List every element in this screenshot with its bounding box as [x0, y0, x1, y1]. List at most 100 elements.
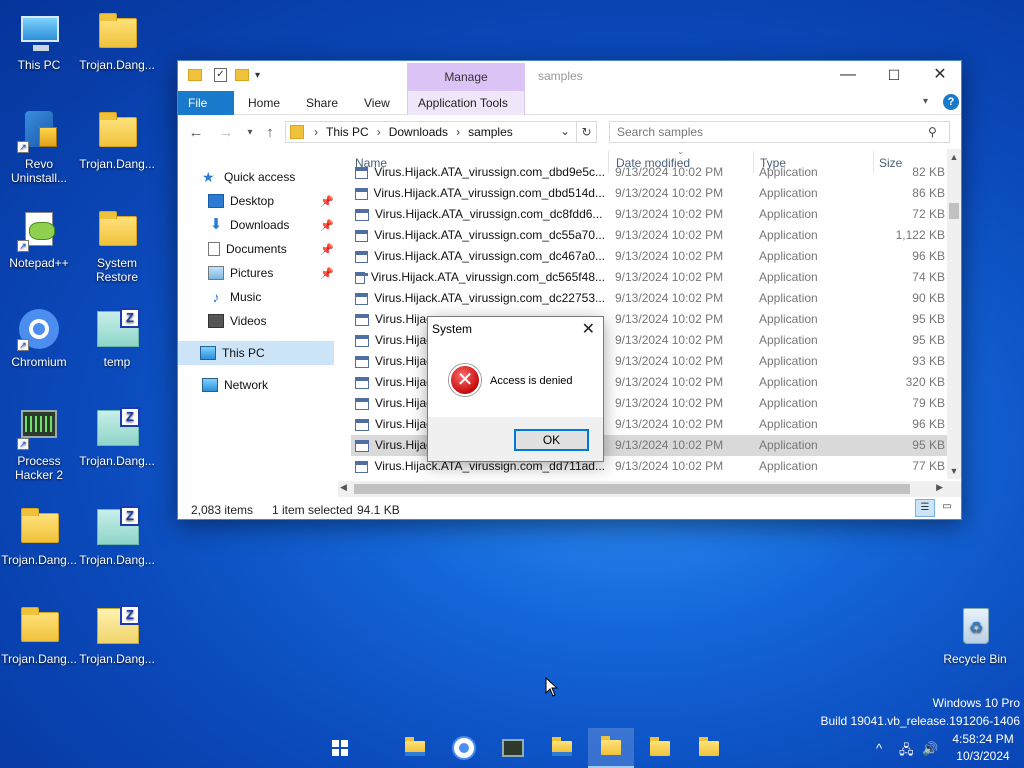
pin-icon[interactable]: 📌: [320, 267, 334, 280]
properties-icon[interactable]: ✓: [214, 68, 227, 82]
taskbar-folder-active[interactable]: [588, 728, 634, 768]
desktop-icon-folder[interactable]: Trojan.Dang...: [0, 598, 78, 690]
application-icon: [355, 355, 369, 368]
desktop-icon-recycle-bin[interactable]: ♻ Recycle Bin: [936, 598, 1014, 690]
nav-documents[interactable]: Documents 📌: [208, 237, 334, 261]
tab-view[interactable]: View: [354, 91, 400, 115]
desktop-icon-zip[interactable]: Z Trojan.Dang...: [78, 598, 156, 690]
nav-desktop[interactable]: Desktop 📌: [208, 189, 334, 213]
taskbar-folder[interactable]: [686, 728, 732, 768]
folder-icon: [552, 736, 572, 756]
file-type: Application: [759, 249, 818, 263]
nav-pictures[interactable]: Pictures 📌: [208, 261, 334, 285]
start-button[interactable]: [317, 728, 363, 768]
dialog-close-button[interactable]: ✕: [582, 319, 595, 339]
nav-this-pc[interactable]: This PC: [178, 341, 334, 365]
pin-icon[interactable]: 📌: [320, 219, 334, 232]
desktop-icon-zip[interactable]: Z Trojan.Dang...: [78, 499, 156, 591]
folder-icon: [93, 10, 141, 56]
scroll-up-icon[interactable]: ▲: [947, 149, 961, 165]
taskbar-process-hacker[interactable]: [490, 728, 536, 768]
pin-icon[interactable]: 📌: [320, 243, 334, 256]
desktop-icon-chromium[interactable]: ↗ Chromium: [0, 301, 78, 393]
tab-application-tools[interactable]: Application Tools: [407, 91, 525, 115]
nav-quick-access[interactable]: ★ Quick access: [202, 165, 334, 189]
desktop-icon-this-pc[interactable]: This PC: [0, 4, 78, 96]
dialog-message: Access is denied: [490, 375, 573, 387]
large-icons-view-icon[interactable]: ▭: [938, 499, 956, 517]
file-size: 93 KB: [912, 354, 945, 368]
horizontal-scrollbar[interactable]: ◀ ▶: [338, 481, 947, 497]
desktop-icon-process-hacker[interactable]: ↗ Process Hacker 2: [0, 400, 78, 492]
title-bar[interactable]: ✓ ▾ Manage samples — ☐ ✕: [178, 61, 961, 91]
file-size: 95 KB: [912, 312, 945, 326]
desktop-icon-notepadpp[interactable]: ↗ Notepad++: [0, 202, 78, 294]
breadcrumb-separator-icon[interactable]: ›: [377, 125, 381, 139]
desktop-icon-system-restore[interactable]: System Restore: [78, 202, 156, 294]
folder-icon: [188, 69, 202, 81]
breadcrumb-separator-icon[interactable]: ›: [456, 125, 460, 139]
up-button[interactable]: ↑: [260, 123, 280, 143]
recent-locations-icon[interactable]: ▾: [240, 123, 260, 143]
desktop-icon-temp[interactable]: Z temp: [78, 301, 156, 393]
address-bar[interactable]: › This PC › Downloads › samples ⌄ ↻: [285, 121, 597, 143]
forward-button[interactable]: →: [216, 123, 236, 143]
help-icon[interactable]: ?: [943, 94, 959, 110]
file-row[interactable]: Virus.Hijack.ATA_virussign.com_dbd9e5c..…: [351, 162, 947, 183]
desktop-icon-folder[interactable]: Trojan.Dang...: [78, 103, 156, 195]
file-row[interactable]: Virus.Hijack.ATA_virussign.com_dc565f48.…: [351, 267, 947, 288]
file-row[interactable]: Virus.Hijack.ATA_virussign.com_dc467a0..…: [351, 246, 947, 267]
pin-icon[interactable]: 📌: [320, 195, 334, 208]
new-folder-icon[interactable]: [235, 69, 249, 81]
breadcrumb-this-pc[interactable]: This PC: [326, 125, 369, 139]
desktop-icon-folder[interactable]: Trojan.Dang...: [78, 4, 156, 96]
taskbar-file-explorer[interactable]: [392, 728, 438, 768]
taskbar-clock[interactable]: 4:58:24 PM 10/3/2024: [948, 731, 1018, 765]
sort-indicator-icon: ⌄: [677, 149, 684, 156]
tab-share[interactable]: Share: [296, 91, 348, 115]
nav-videos[interactable]: Videos: [208, 309, 334, 333]
file-row[interactable]: Virus.Hijack.ATA_virussign.com_dc55a70..…: [351, 225, 947, 246]
refresh-icon[interactable]: ↻: [576, 122, 596, 142]
customize-dropdown-icon[interactable]: ▾: [255, 70, 260, 81]
minimize-button[interactable]: —: [825, 61, 871, 91]
error-dialog[interactable]: System ✕ ✕ Access is denied OK: [427, 316, 604, 462]
scroll-thumb[interactable]: [949, 203, 959, 219]
tab-manage[interactable]: Manage: [407, 63, 525, 91]
breadcrumb-samples[interactable]: samples: [468, 125, 513, 139]
close-button[interactable]: ✕: [917, 61, 963, 91]
breadcrumb-downloads[interactable]: Downloads: [389, 125, 448, 139]
nav-music[interactable]: ♪ Music: [208, 285, 334, 309]
back-button[interactable]: ←: [186, 123, 206, 143]
address-dropdown-icon[interactable]: ⌄: [560, 124, 570, 138]
scroll-down-icon[interactable]: ▼: [947, 463, 961, 479]
file-row[interactable]: Virus.Hijack.ATA_virussign.com_dbd514d..…: [351, 183, 947, 204]
taskbar-chromium[interactable]: [441, 728, 487, 768]
volume-icon[interactable]: 🔊: [922, 741, 938, 757]
desktop-icon-folder[interactable]: Trojan.Dang...: [0, 499, 78, 591]
nav-downloads[interactable]: ⬇ Downloads 📌: [208, 213, 334, 237]
details-view-icon[interactable]: ☰: [915, 499, 935, 517]
scroll-left-icon[interactable]: ◀: [340, 482, 347, 493]
nav-network[interactable]: Network: [202, 373, 334, 397]
windows-logo-icon: [332, 740, 348, 756]
file-type: Application: [759, 165, 818, 179]
maximize-button[interactable]: ☐: [871, 61, 917, 91]
search-input[interactable]: Search samples: [609, 121, 950, 143]
file-row[interactable]: Virus.Hijack.ATA_virussign.com_dc22753..…: [351, 288, 947, 309]
tab-home[interactable]: Home: [238, 91, 290, 115]
taskbar-folder[interactable]: [539, 728, 585, 768]
folder-icon: [699, 736, 719, 756]
desktop-icon-zip[interactable]: Z Trojan.Dang...: [78, 400, 156, 492]
scroll-thumb[interactable]: [354, 484, 910, 494]
scroll-right-icon[interactable]: ▶: [936, 482, 943, 493]
taskbar-folder[interactable]: [637, 728, 683, 768]
network-icon[interactable]: 🖧: [899, 741, 914, 763]
tab-file[interactable]: File: [178, 91, 234, 115]
ok-button[interactable]: OK: [514, 429, 589, 451]
show-hidden-icons-chevron-icon[interactable]: ^: [876, 741, 882, 756]
vertical-scrollbar[interactable]: ▲ ▼: [947, 149, 961, 479]
desktop-icon-revo[interactable]: ↗ Revo Uninstall...: [0, 103, 78, 195]
file-row[interactable]: Virus.Hijack.ATA_virussign.com_dc8fdd6..…: [351, 204, 947, 225]
expand-ribbon-icon[interactable]: ▾: [923, 96, 928, 107]
